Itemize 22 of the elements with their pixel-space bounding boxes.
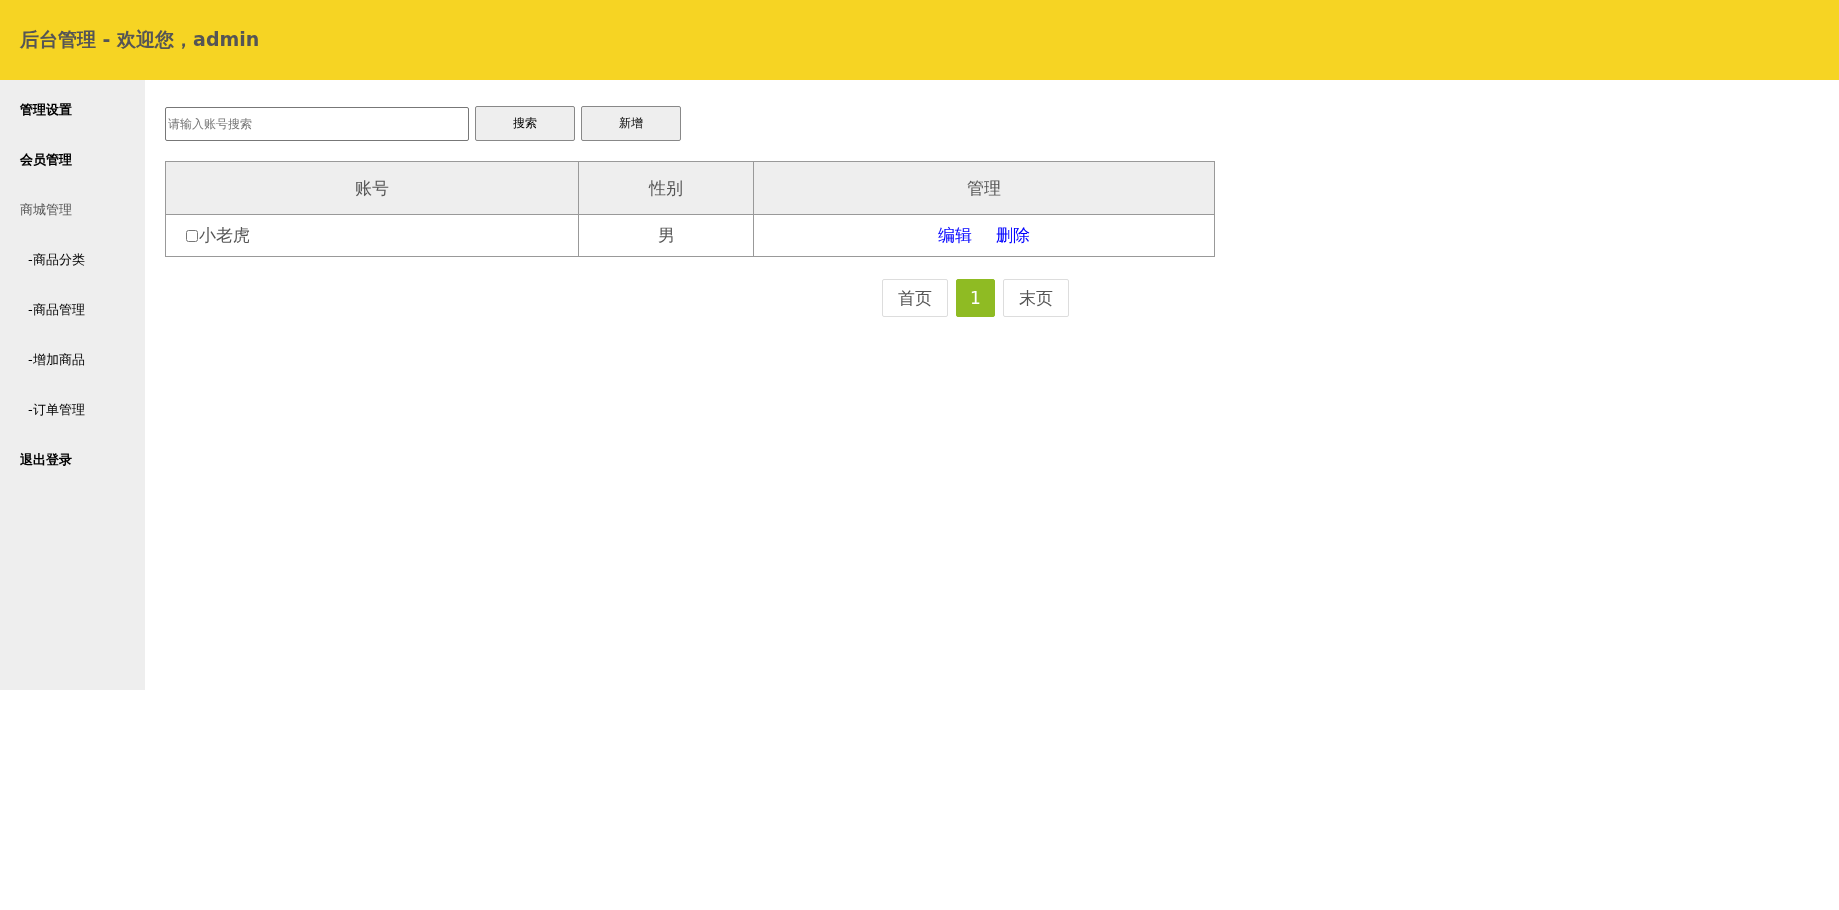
sidebar-item[interactable]: -商品管理 [0,285,145,335]
action-link[interactable]: 编辑 [938,225,972,245]
sidebar-item[interactable]: -商品分类 [0,235,145,285]
column-header: 管理 [753,161,1215,215]
page-button[interactable]: 末页 [1002,279,1069,317]
page-button[interactable]: 首页 [882,279,948,317]
sidebar-item[interactable]: 管理设置 [0,85,145,135]
sidebar-item[interactable]: -订单管理 [0,385,145,435]
sidebar-item[interactable]: 商城管理 [0,185,145,235]
sidebar-item[interactable]: 会员管理 [0,135,145,185]
column-header: 性别 [578,161,754,215]
toolbar-button[interactable]: 新增 [581,106,681,141]
action-link[interactable]: 删除 [996,225,1030,245]
account-text: 小老虎 [199,224,250,247]
sidebar-item[interactable]: 退出登录 [0,435,145,485]
table-cell: 男 [578,214,754,257]
toolbar-button[interactable]: 搜索 [475,106,575,141]
search-field[interactable]: 请输入账号搜索 [165,106,469,141]
page-title: 后台管理 - 欢迎您，admin [20,27,260,52]
column-header: 账号 [165,161,579,215]
row-checkbox[interactable] [186,229,198,242]
sidebar-item[interactable]: -增加商品 [0,335,145,385]
